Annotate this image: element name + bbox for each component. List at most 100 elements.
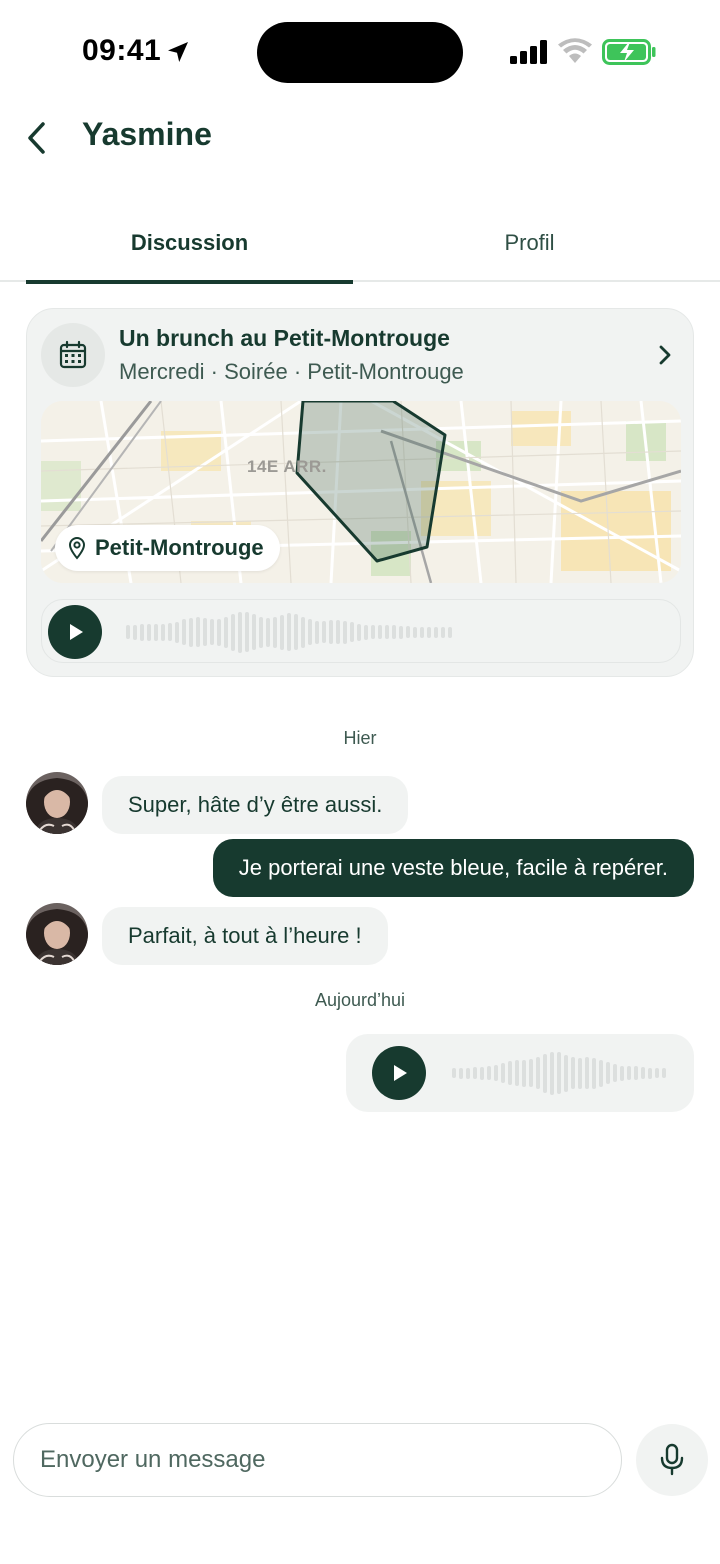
waveform-bar <box>126 625 130 639</box>
waveform-bar <box>648 1067 652 1079</box>
waveform-bar <box>182 619 186 645</box>
waveform-bar <box>287 613 291 651</box>
waveform-bar <box>385 625 389 639</box>
tab-profil[interactable]: Profil <box>366 210 693 282</box>
waveform-bar <box>168 623 172 641</box>
waveform-bar <box>494 1065 498 1081</box>
waveform-bar <box>473 1067 477 1079</box>
waveform-bar <box>259 616 263 648</box>
conversation-title: Yasmine <box>82 116 212 152</box>
waveform-bar <box>364 624 368 640</box>
waveform-bar <box>315 620 319 644</box>
message-input[interactable] <box>40 1424 600 1496</box>
waveform-bar <box>308 619 312 645</box>
play-button[interactable] <box>48 605 102 659</box>
waveform-bar <box>508 1061 512 1085</box>
wifi-icon <box>558 38 592 63</box>
waveform-bar <box>564 1054 568 1092</box>
waveform-bar <box>175 621 179 643</box>
waveform-bar <box>238 611 242 653</box>
waveform-bar <box>413 626 417 638</box>
waveform-bar <box>196 617 200 647</box>
waveform-bar <box>371 625 375 639</box>
place-label: Petit-Montrouge <box>95 535 264 560</box>
waveform-bar <box>599 1059 603 1087</box>
waveform-bar <box>662 1068 666 1078</box>
place-pill[interactable]: Petit-Montrouge <box>55 525 280 571</box>
waveform-bar <box>427 626 431 638</box>
chevron-left-icon <box>28 122 45 154</box>
back-button[interactable] <box>18 118 54 158</box>
status-bar: 09:41 <box>0 0 720 100</box>
waveform-bar <box>641 1067 645 1079</box>
avatar[interactable] <box>26 772 88 834</box>
waveform-bar <box>378 625 382 639</box>
message-composer <box>13 1423 622 1497</box>
waveform-bar <box>140 623 144 641</box>
status-time: 09:41 <box>82 34 162 67</box>
waveform-bar <box>585 1057 589 1089</box>
waveform-bar <box>392 625 396 639</box>
waveform-bar <box>329 620 333 644</box>
district-label: 14E ARR. <box>247 457 327 476</box>
dynamic-island <box>257 22 463 83</box>
avatar[interactable] <box>26 903 88 965</box>
waveform-bar <box>399 625 403 639</box>
waveform-bar <box>448 626 452 638</box>
waveform-bar <box>459 1067 463 1079</box>
plan-card[interactable]: Un brunch au Petit-Montrouge Mercredi · … <box>26 308 694 677</box>
waveform-bar <box>301 616 305 648</box>
audio-waveform[interactable] <box>126 610 452 654</box>
chevron-right-icon[interactable] <box>653 341 677 369</box>
waveform-bar <box>231 613 235 651</box>
waveform-bar <box>294 614 298 650</box>
waveform-bar <box>336 620 340 644</box>
waveform-bar <box>655 1068 659 1078</box>
play-button[interactable] <box>372 1046 426 1100</box>
calendar-icon <box>59 340 87 369</box>
waveform-bar <box>161 623 165 641</box>
waveform-bar <box>613 1064 617 1082</box>
waveform-bar <box>634 1066 638 1080</box>
avatar-image <box>26 903 88 965</box>
microphone-icon <box>660 1443 684 1476</box>
audio-waveform[interactable] <box>452 1050 666 1096</box>
location-arrow-icon <box>168 42 188 62</box>
neighborhood-map[interactable]: 14E ARR. Petit-Montrouge <box>41 401 681 583</box>
waveform-bar <box>452 1068 456 1078</box>
plan-audio-player <box>41 599 681 663</box>
waveform-bar <box>189 617 193 647</box>
waveform-bar <box>501 1063 505 1083</box>
waveform-bar <box>252 614 256 650</box>
avatar-image <box>26 772 88 834</box>
waveform-bar <box>133 624 137 640</box>
waveform-bar <box>529 1059 533 1087</box>
waveform-bar <box>217 618 221 646</box>
waveform-bar <box>350 622 354 642</box>
message-bubble-incoming: Parfait, à tout à l’heure ! <box>102 907 388 965</box>
waveform-bar <box>420 626 424 638</box>
message-bubble-outgoing: Je porterai une veste bleue, facile à re… <box>212 839 694 897</box>
waveform-bar <box>480 1066 484 1080</box>
day-separator-aujourdhui: Aujourd’hui <box>314 990 406 1010</box>
voice-message-outgoing <box>346 1034 694 1112</box>
waveform-bar <box>245 612 249 652</box>
waveform-bar <box>606 1062 610 1084</box>
waveform-bar <box>322 621 326 643</box>
waveform-bar <box>466 1067 470 1079</box>
battery-charging-icon <box>602 39 656 65</box>
waveform-bar <box>571 1057 575 1089</box>
waveform-bar <box>147 623 151 641</box>
voice-record-button[interactable] <box>636 1424 708 1496</box>
tab-discussion[interactable]: Discussion <box>26 210 353 284</box>
waveform-bar <box>343 620 347 644</box>
waveform-bar <box>357 623 361 641</box>
day-separator-hier: Hier <box>343 728 377 748</box>
play-icon <box>394 1065 407 1081</box>
waveform-bar <box>441 626 445 638</box>
play-icon <box>70 624 83 640</box>
waveform-bar <box>273 616 277 648</box>
calendar-icon-badge <box>41 323 105 387</box>
waveform-bar <box>280 614 284 650</box>
waveform-bar <box>434 626 438 638</box>
